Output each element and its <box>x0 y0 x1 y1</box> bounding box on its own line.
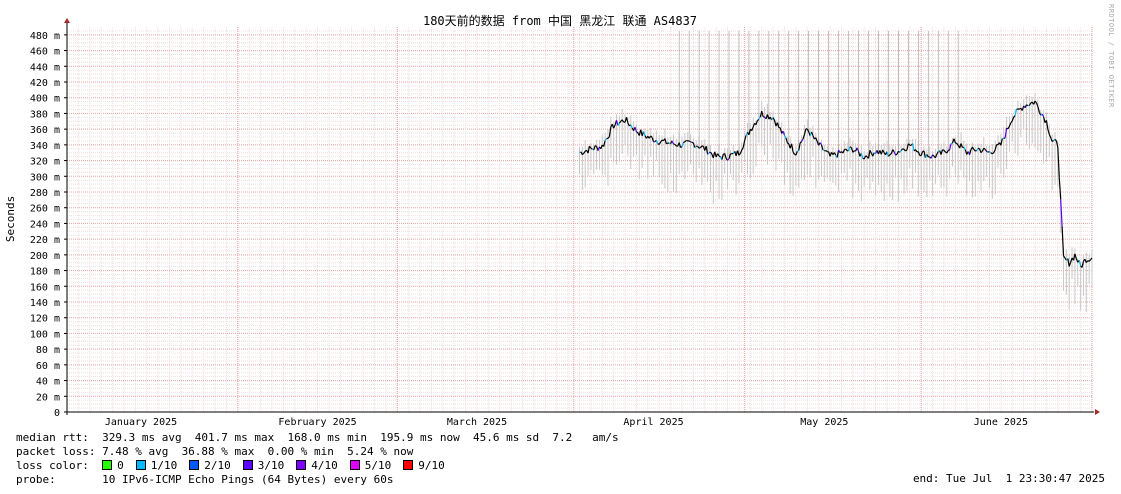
loss-color-item: 0 <box>102 459 124 472</box>
median-rtt-segment <box>718 155 721 158</box>
loss-color-legend: loss color: 0 1/10 2/10 3/10 4/10 5/10 9/10 <box>16 459 457 473</box>
y-tick-label: 360 m <box>30 125 60 136</box>
loss-color-item: 3/10 <box>242 459 285 472</box>
chart-title: 180天前的数据 from 中国 黑龙江 联通 AS4837 <box>423 13 697 28</box>
latency-chart: 0 20 m 40 m 60 m 80 m 100 m 120 m 140 m 160 m 180… <box>4 13 1100 428</box>
loss-color-swatch <box>189 460 200 470</box>
median-rtt-segment <box>849 146 852 149</box>
median-rtt-segment <box>636 131 639 134</box>
x-axis-arrow <box>1095 409 1100 415</box>
median-rtt-segment <box>683 141 686 144</box>
y-tick-label: 300 m <box>30 172 60 183</box>
x-ticks: January 2025 February 2025 March 2025 April… <box>105 417 1028 428</box>
y-tick-label: 480 m <box>30 31 60 42</box>
rtt-smoke <box>579 30 1093 313</box>
loss-color-item: 2/10 <box>189 459 231 472</box>
y-tick-label: 460 m <box>30 47 60 58</box>
y-axis-label: Seconds <box>4 196 17 242</box>
median-rtt-segment <box>1051 140 1054 142</box>
median-rtt-segment <box>797 149 800 152</box>
loss-color-swatch <box>296 460 307 470</box>
median-rtt-segment <box>684 140 687 143</box>
y-tick-label: 60 m <box>36 361 60 372</box>
loss-color-swatch <box>349 460 360 470</box>
y-tick-label: 260 m <box>30 204 60 215</box>
median-rtt-segment <box>947 149 950 152</box>
probe-line: probe: 10 IPv6-ICMP Echo Pings (64 Bytes… <box>16 473 394 486</box>
median-rtt-segment <box>666 142 668 145</box>
median-rtt-segment <box>902 148 905 150</box>
loss-color-swatch <box>102 460 113 470</box>
loss-color-label-item: 4/10 <box>311 459 338 472</box>
y-ticks: 0 20 m 40 m 60 m 80 m 100 m 120 m 140 m 160 m 180… <box>30 31 67 419</box>
y-tick-label: 140 m <box>30 298 60 309</box>
chart-axes <box>64 18 1100 415</box>
loss-color-item: 5/10 <box>349 459 392 472</box>
y-tick-label: 160 m <box>30 282 60 293</box>
loss-color-item: 1/10 <box>135 459 178 472</box>
median-rtt-line: median rtt: 329.3 ms avg 401.7 ms max 16… <box>16 431 619 444</box>
y-axis-arrow <box>64 18 70 23</box>
median-rtt-segment <box>680 146 683 149</box>
median-rtt-segment <box>757 118 760 121</box>
median-rtt-segment <box>688 140 691 143</box>
loss-color-item: 4/10 <box>296 459 338 472</box>
y-tick-label: 80 m <box>36 345 60 356</box>
x-tick-label: January 2025 <box>105 417 177 428</box>
median-rtt-segment <box>1003 137 1006 139</box>
loss-color-label: loss color: <box>16 459 89 472</box>
y-tick-label: 200 m <box>30 251 60 262</box>
median-rtt-segment <box>1026 104 1029 107</box>
median-rtt-segment <box>690 141 693 143</box>
median-rtt-segment <box>955 142 958 145</box>
median-rtt-segment <box>791 143 794 153</box>
median-rtt-segment <box>989 151 992 154</box>
y-tick-label: 40 m <box>36 377 60 388</box>
y-tick-label: 440 m <box>30 62 60 73</box>
y-tick-label: 420 m <box>30 78 60 89</box>
loss-color-items: 0 1/10 2/10 3/10 4/10 5/10 9/10 <box>102 459 457 472</box>
x-tick-label: March 2025 <box>447 417 507 428</box>
median-rtt-segment <box>895 153 898 156</box>
loss-color-swatch <box>403 460 414 470</box>
y-tick-label: 240 m <box>30 219 60 230</box>
y-tick-label: 220 m <box>30 235 60 246</box>
y-tick-label: 400 m <box>30 94 60 105</box>
median-rtt-segment <box>975 150 977 152</box>
x-tick-label: June 2025 <box>974 417 1028 428</box>
y-tick-label: 280 m <box>30 188 60 199</box>
y-tick-label: 180 m <box>30 267 60 278</box>
median-rtt-segment <box>865 155 868 158</box>
loss-color-label-item: 0 <box>117 459 124 472</box>
loss-color-label-item: 9/10 <box>418 459 445 472</box>
loss-color-swatch <box>242 460 253 470</box>
y-tick-label: 120 m <box>30 314 60 325</box>
median-rtt-segment <box>942 149 945 151</box>
median-rtt-segment <box>594 145 597 147</box>
packet-loss-line: packet loss: 7.48 % avg 36.88 % max 0.00… <box>16 445 414 458</box>
median-rtt-segment <box>905 149 908 152</box>
watermark: RRDTOOL / TOBI OETIKER <box>1107 4 1115 108</box>
median-rtt-segment <box>889 153 892 156</box>
y-tick-label: 340 m <box>30 141 60 152</box>
y-tick-label: 20 m <box>36 392 60 403</box>
x-tick-label: February 2025 <box>278 417 356 428</box>
end-time: end: Tue Jul 1 23:30:47 2025 <box>912 472 1105 485</box>
loss-color-item: 9/10 <box>403 459 445 472</box>
loss-color-swatch <box>135 460 146 470</box>
loss-color-label-item: 1/10 <box>150 459 178 472</box>
median-rtt-segment <box>721 154 724 160</box>
median-rtt-segment <box>698 147 701 149</box>
y-tick-label: 380 m <box>30 109 60 120</box>
loss-color-label-item: 2/10 <box>204 459 231 472</box>
x-tick-label: April 2025 <box>623 417 683 428</box>
x-tick-label: May 2025 <box>800 417 848 428</box>
median-rtt-segment <box>822 149 825 152</box>
loss-color-label-item: 5/10 <box>364 459 392 472</box>
y-tick-label: 0 <box>54 408 60 419</box>
loss-color-label-item: 3/10 <box>257 459 285 472</box>
median-rtt-segment <box>825 150 828 152</box>
y-tick-label: 320 m <box>30 157 60 168</box>
y-tick-label: 100 m <box>30 329 60 340</box>
